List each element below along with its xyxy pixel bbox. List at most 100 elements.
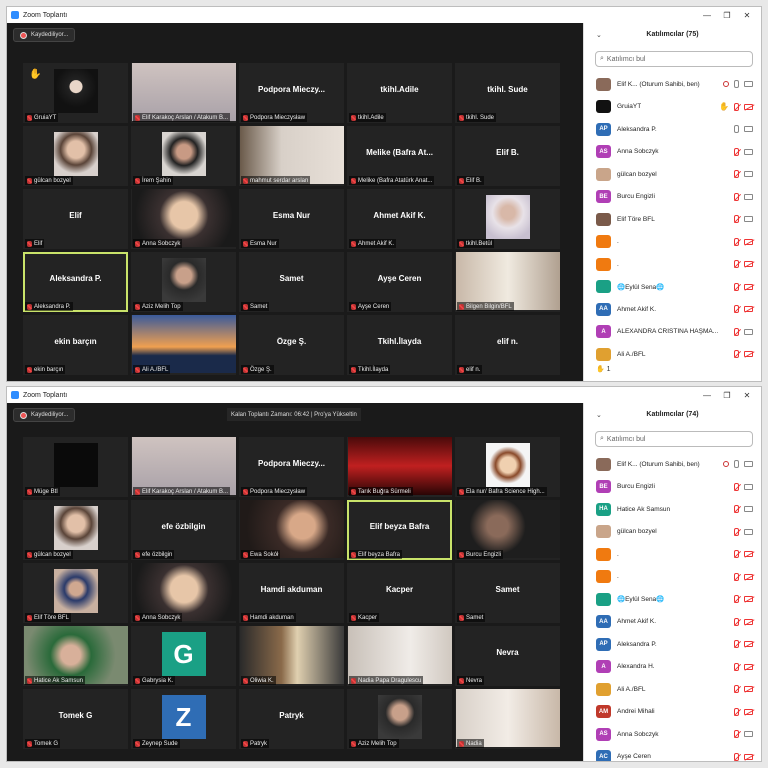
recording-indicator[interactable]: Kaydediliyor... [13, 28, 76, 42]
video-tile[interactable]: Ali A./BFL [131, 315, 236, 375]
microphone-muted-icon[interactable] [734, 282, 739, 291]
video-tile[interactable]: Podpora Mieczy... Podpora Mieczysław [239, 63, 344, 123]
video-tile[interactable]: mahmut serdar arslan [239, 126, 344, 186]
camera-off-icon[interactable] [744, 618, 753, 625]
camera-off-icon[interactable] [744, 306, 753, 313]
participant-row[interactable]: Elif Töre BFL [584, 208, 761, 231]
video-tile[interactable]: tkihl.Adile tkihl.Adile [347, 63, 452, 123]
video-tile[interactable]: Nevra Nevra [455, 626, 560, 686]
video-tile[interactable]: elif n. elif n. [455, 315, 560, 375]
video-tile[interactable]: Tkihl.İlayda Tkihl.İlayda [347, 315, 452, 375]
participant-row[interactable]: . [584, 231, 761, 254]
participant-row[interactable]: Ali A./BFL [584, 678, 761, 701]
video-tile[interactable]: Aleksandra P. Aleksandra P. [23, 252, 128, 312]
participant-row[interactable]: gülcan bozyel [584, 163, 761, 186]
video-tile[interactable]: Ela nur/ Bafra Science High... [455, 437, 560, 497]
video-tile[interactable]: G Gabrysia K. [131, 626, 236, 686]
video-tile[interactable]: tkihl. Sude tkihl. Sude [455, 63, 560, 123]
microphone-muted-icon[interactable] [734, 102, 739, 111]
microphone-muted-icon[interactable] [734, 170, 739, 179]
camera-off-icon[interactable] [744, 686, 753, 693]
participant-row[interactable]: A ALEXANDRA CRISTINA HAŞMĂ... [584, 321, 761, 344]
participant-search-input[interactable]: ⌕ Katılımcı bul [595, 51, 753, 67]
microphone-icon[interactable] [734, 125, 739, 134]
participant-row[interactable]: Elif K... (Oturum Sahibi, ben) [584, 73, 761, 96]
video-tile[interactable]: Tomek G Tomek G [23, 689, 128, 749]
video-tile[interactable]: Elif Karakoç Arslan / Atakum B... [131, 437, 236, 497]
participant-row[interactable]: . [584, 566, 761, 589]
participant-row[interactable]: Ali A./BFL [584, 343, 761, 366]
video-tile[interactable]: Aziz Melih Top [347, 689, 452, 749]
video-tile[interactable]: tkihl.Betül [455, 189, 560, 249]
recording-indicator[interactable]: Kaydediliyor... [13, 408, 76, 422]
participant-row[interactable]: . [584, 543, 761, 566]
participant-row[interactable]: gülcan bozyel [584, 521, 761, 544]
camera-icon[interactable] [744, 328, 753, 335]
camera-icon[interactable] [744, 193, 753, 200]
microphone-muted-icon[interactable] [734, 662, 739, 671]
camera-icon[interactable] [744, 81, 753, 88]
video-tile[interactable]: ✋ GruiaYT [23, 63, 128, 123]
microphone-muted-icon[interactable] [734, 730, 739, 739]
video-tile[interactable]: efe özbilgin efe özbilgin [131, 500, 236, 560]
participant-search-input[interactable]: ⌕ Katılımcı bul [595, 431, 753, 447]
camera-off-icon[interactable] [744, 103, 753, 110]
camera-off-icon[interactable] [744, 551, 753, 558]
microphone-muted-icon[interactable] [734, 617, 739, 626]
maximize-button[interactable]: ❐ [717, 387, 737, 403]
camera-off-icon[interactable] [744, 641, 753, 648]
video-tile[interactable]: Podpora Mieczy... Podpora Mieczysław [239, 437, 344, 497]
participant-row[interactable]: BE Burcu Engizli [584, 186, 761, 209]
video-tile[interactable]: Bilgen Bilgin/BFL [455, 252, 560, 312]
video-tile[interactable]: Elif Töre BFL [23, 563, 128, 623]
camera-off-icon[interactable] [744, 708, 753, 715]
participant-row[interactable]: HA Hatice Ak Samsun [584, 498, 761, 521]
participant-row[interactable]: 🌐Eylül Sena🌐 [584, 276, 761, 299]
video-tile[interactable]: Patryk Patryk [239, 689, 344, 749]
video-tile[interactable]: İrem Şahin [131, 126, 236, 186]
video-tile[interactable]: gülcan bozyel [23, 500, 128, 560]
microphone-muted-icon[interactable] [734, 350, 739, 359]
camera-off-icon[interactable] [744, 596, 753, 603]
minimize-button[interactable]: — [697, 7, 717, 23]
video-tile[interactable]: Anna Sobczyk [131, 563, 236, 623]
camera-off-icon[interactable] [744, 351, 753, 358]
microphone-muted-icon[interactable] [734, 527, 739, 536]
video-tile[interactable]: Tarık Buğra Sürmeli [347, 437, 452, 497]
microphone-icon[interactable] [734, 460, 739, 469]
minimize-button[interactable]: — [697, 387, 717, 403]
camera-off-icon[interactable] [744, 753, 753, 760]
camera-off-icon[interactable] [744, 573, 753, 580]
microphone-muted-icon[interactable] [734, 482, 739, 491]
microphone-muted-icon[interactable] [734, 327, 739, 336]
microphone-muted-icon[interactable] [734, 707, 739, 716]
camera-icon[interactable] [744, 461, 753, 468]
video-tile[interactable]: Ewa Sokół [239, 500, 344, 560]
camera-icon[interactable] [744, 528, 753, 535]
video-tile[interactable]: Aziz Melih Top [131, 252, 236, 312]
video-tile[interactable]: Anna Sobczyk [131, 189, 236, 249]
microphone-muted-icon[interactable] [734, 215, 739, 224]
microphone-muted-icon[interactable] [734, 550, 739, 559]
close-button[interactable]: ✕ [737, 7, 757, 23]
participant-row[interactable]: AS Anna Sobczyk [584, 141, 761, 164]
video-tile[interactable]: Ahmet Akif K. Ahmet Akif K. [347, 189, 452, 249]
video-tile[interactable]: Melike (Bafra At... Melike (Bafra Atatürk… [347, 126, 452, 186]
video-tile[interactable]: Elif beyza Bafra Elif beyza Bafra [347, 500, 452, 560]
video-tile[interactable]: Hatice Ak Samsun [23, 626, 128, 686]
microphone-muted-icon[interactable] [734, 147, 739, 156]
video-tile[interactable]: Elif B. Elif B. [455, 126, 560, 186]
participant-row[interactable]: AM Andrei Mihali [584, 701, 761, 724]
participant-row[interactable]: BE Burcu Engizli [584, 476, 761, 499]
video-tile[interactable]: Hamdi akduman Hamdi akduman [239, 563, 344, 623]
microphone-muted-icon[interactable] [734, 595, 739, 604]
participant-row[interactable]: AC Ayşe Ceren [584, 746, 761, 761]
microphone-muted-icon[interactable] [734, 505, 739, 514]
camera-off-icon[interactable] [744, 283, 753, 290]
camera-icon[interactable] [744, 731, 753, 738]
participant-row[interactable]: AP Aleksandra P. [584, 118, 761, 141]
participant-row[interactable]: AS Anna Sobczyk [584, 723, 761, 746]
microphone-muted-icon[interactable] [734, 640, 739, 649]
close-button[interactable]: ✕ [737, 387, 757, 403]
video-tile[interactable]: Elif Elif [23, 189, 128, 249]
